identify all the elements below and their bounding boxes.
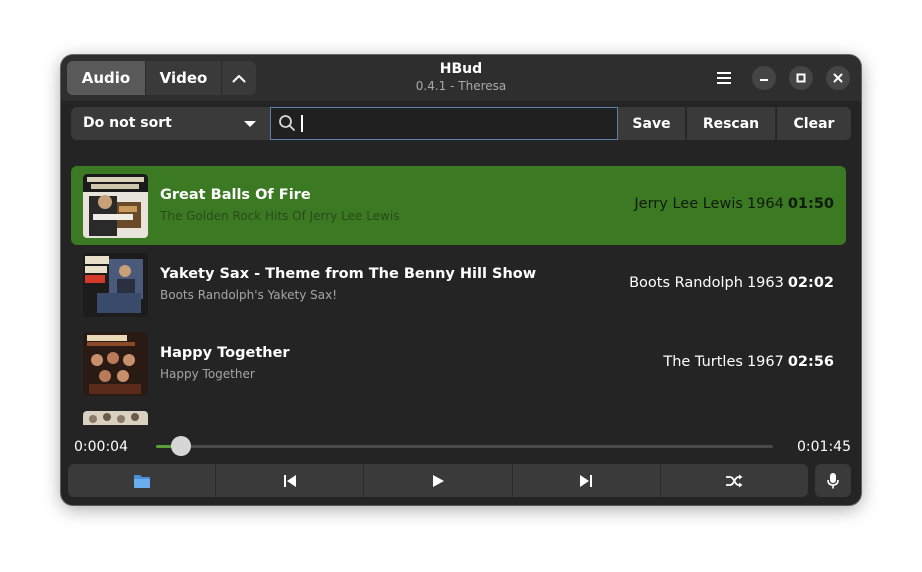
next-icon xyxy=(580,474,593,487)
previous-icon xyxy=(283,474,296,487)
track-list[interactable]: Great Balls Of Fire The Golden Rock Hits… xyxy=(71,166,846,425)
seek-handle[interactable] xyxy=(170,436,191,456)
track-row[interactable] xyxy=(71,403,846,425)
tab-video[interactable]: Video xyxy=(146,61,222,95)
track-duration: 01:50 xyxy=(787,196,834,212)
track-year: 1963 xyxy=(746,275,784,291)
search-icon xyxy=(279,115,295,131)
main-menu-button[interactable] xyxy=(711,65,737,91)
album-cover xyxy=(83,411,148,425)
open-folder-button[interactable] xyxy=(68,464,217,497)
maximize-icon xyxy=(796,73,806,83)
maximize-button[interactable] xyxy=(789,66,813,90)
folder-icon xyxy=(133,474,150,488)
media-type-switcher: Audio Video xyxy=(67,61,256,95)
window-title-box: HBud 0.4.1 - Theresa xyxy=(361,61,561,94)
track-meta: Boots Randolph 1963 02:02 xyxy=(629,275,834,291)
search-box[interactable] xyxy=(270,107,618,140)
search-input[interactable] xyxy=(301,113,601,133)
album-cover xyxy=(83,174,148,238)
track-title: Happy Together xyxy=(160,345,290,361)
clear-button[interactable]: Clear xyxy=(777,107,851,140)
track-album: Boots Randolph's Yakety Sax! xyxy=(160,288,338,302)
play-button[interactable] xyxy=(364,464,513,497)
header-bar: Audio Video HBud 0.4.1 - Theresa xyxy=(61,55,861,101)
shuffle-button[interactable] xyxy=(660,464,809,497)
track-album: Happy Together xyxy=(160,367,255,381)
album-cover xyxy=(83,332,148,396)
minimize-button[interactable] xyxy=(752,66,776,90)
track-row[interactable]: Great Balls Of Fire The Golden Rock Hits… xyxy=(71,166,846,245)
microphone-icon xyxy=(827,472,839,488)
track-duration: 02:02 xyxy=(787,275,834,291)
sort-dropdown[interactable]: Do not sort xyxy=(71,107,270,140)
dropdown-arrow-icon xyxy=(244,121,256,127)
app-window: Audio Video HBud 0.4.1 - Theresa Do not … xyxy=(61,55,861,505)
close-icon xyxy=(833,73,843,83)
track-title: Yakety Sax - Theme from The Benny Hill S… xyxy=(160,266,537,282)
track-meta: Jerry Lee Lewis 1964 01:50 xyxy=(634,196,834,212)
track-artist: The Turtles xyxy=(663,354,743,370)
chevron-up-icon xyxy=(232,74,246,82)
hamburger-menu-icon xyxy=(717,72,731,84)
collapse-button[interactable] xyxy=(222,61,256,95)
total-time: 0:01:45 xyxy=(797,439,851,455)
previous-button[interactable] xyxy=(216,464,365,497)
save-button[interactable]: Save xyxy=(618,107,686,140)
window-subtitle: 0.4.1 - Theresa xyxy=(415,79,507,93)
track-year: 1964 xyxy=(746,196,784,212)
track-title: Great Balls Of Fire xyxy=(160,187,311,203)
track-row[interactable]: Yakety Sax - Theme from The Benny Hill S… xyxy=(71,245,846,324)
rescan-button[interactable]: Rescan xyxy=(687,107,776,140)
track-meta: The Turtles 1967 02:56 xyxy=(663,354,834,370)
microphone-button[interactable] xyxy=(815,464,851,497)
play-icon xyxy=(433,474,444,487)
album-cover xyxy=(83,253,148,317)
seek-bar[interactable] xyxy=(156,445,773,448)
track-duration: 02:56 xyxy=(787,354,834,370)
shuffle-icon xyxy=(726,474,743,487)
window-title: HBud xyxy=(439,61,483,77)
track-artist: Boots Randolph xyxy=(629,275,743,291)
close-button[interactable] xyxy=(826,66,850,90)
next-button[interactable] xyxy=(512,464,661,497)
track-row[interactable]: Happy Together Happy Together The Turtle… xyxy=(71,324,846,403)
track-album: The Golden Rock Hits Of Jerry Lee Lewis xyxy=(160,209,400,223)
track-artist: Jerry Lee Lewis xyxy=(634,196,743,212)
text-cursor xyxy=(301,115,303,132)
current-time: 0:00:04 xyxy=(74,439,128,455)
playback-controls xyxy=(68,464,809,497)
minimize-icon xyxy=(760,79,768,81)
sort-dropdown-value: Do not sort xyxy=(83,115,172,131)
tab-audio[interactable]: Audio xyxy=(67,61,146,95)
track-year: 1967 xyxy=(746,354,784,370)
